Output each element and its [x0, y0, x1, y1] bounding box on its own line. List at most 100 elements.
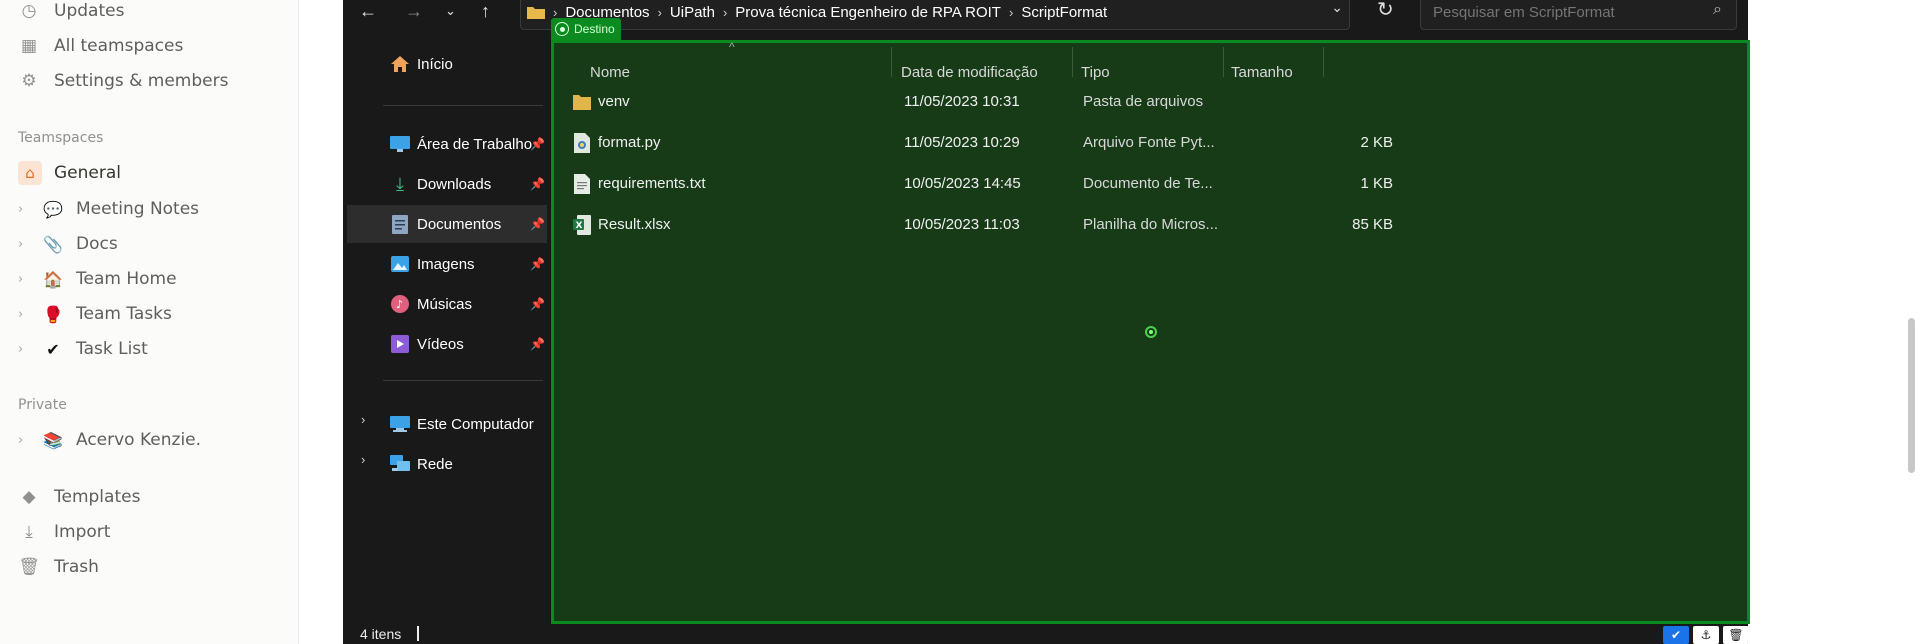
target-icon	[555, 22, 569, 36]
shapes-icon: ◆	[22, 487, 36, 507]
navigation-pane: Início Área de Trabalho 📌 ⤓ Downloads 📌 …	[343, 40, 548, 620]
up-arrow-icon[interactable]: ↑	[481, 0, 490, 22]
nav-item-desktop[interactable]: Área de Trabalho 📌	[347, 125, 547, 163]
pin-icon[interactable]: 📌	[530, 137, 545, 151]
nav-divider	[383, 380, 543, 381]
delete-icon[interactable]: 🗑	[1723, 626, 1749, 644]
downloads-icon: ⤓	[396, 173, 404, 194]
confirm-check-icon[interactable]: ✔	[1663, 626, 1689, 644]
documents-icon	[389, 214, 411, 234]
teamspace-general[interactable]: ⌂ General	[18, 158, 121, 188]
chevron-right-icon[interactable]: ›	[18, 272, 32, 287]
paperclip-icon: 📎	[43, 234, 63, 254]
teamspace-label: Task List	[76, 339, 148, 359]
teamspace-meeting-notes[interactable]: › 💬 Meeting Notes	[18, 194, 199, 224]
search-icon: ⌕	[1713, 1, 1722, 18]
nav-item-home[interactable]: Início	[347, 45, 547, 83]
chevron-right-icon[interactable]: ›	[18, 202, 32, 217]
sidebar-item-all-teamspaces[interactable]: ▦ All teamspaces	[18, 31, 183, 61]
svg-text:♪: ♪	[396, 298, 403, 311]
column-divider[interactable]	[1223, 47, 1224, 77]
sidebar-item-label: All teamspaces	[54, 36, 184, 56]
file-modified: 11/05/2023 10:31	[904, 93, 1020, 110]
python-file-icon	[574, 133, 590, 153]
address-dropdown-chevron-icon[interactable]: ⌄	[1331, 0, 1343, 16]
chevron-right-icon[interactable]: ›	[18, 307, 32, 322]
excel-file-icon: X	[573, 215, 591, 235]
anchor-icon[interactable]: ⚓	[1693, 626, 1719, 644]
recent-locations-chevron-icon[interactable]: ⌄	[445, 0, 456, 22]
pin-icon[interactable]: 📌	[530, 297, 545, 311]
private-heading: Private	[18, 397, 67, 413]
file-row[interactable]: requirements.txt 10/05/2023 14:45 Docume…	[573, 166, 1433, 202]
column-divider[interactable]	[1323, 47, 1324, 77]
nav-item-music[interactable]: ♪ Músicas 📌	[347, 285, 547, 323]
file-modified: 10/05/2023 14:45	[904, 175, 1021, 192]
file-name: format.py	[598, 134, 661, 151]
pin-icon[interactable]: 📌	[530, 217, 545, 231]
sidebar-item-templates[interactable]: ◆ Templates	[18, 482, 140, 512]
refresh-icon[interactable]: ↻	[1377, 0, 1394, 22]
pin-icon[interactable]: 📌	[530, 177, 545, 191]
checkmark-icon: ✔	[46, 339, 60, 359]
breadcrumb-item[interactable]: ScriptFormat	[1021, 4, 1107, 21]
search-input[interactable]	[1431, 2, 1701, 22]
nav-item-documents[interactable]: Documentos 📌	[347, 205, 547, 243]
nav-item-this-pc[interactable]: Este Computador	[347, 405, 547, 443]
column-header-type[interactable]: Tipo	[1081, 60, 1110, 84]
chevron-right-icon[interactable]: ›	[18, 342, 32, 357]
teamspace-label: Team Tasks	[76, 304, 172, 324]
images-icon	[389, 254, 411, 274]
file-row[interactable]: venv 11/05/2023 10:31 Pasta de arquivos	[573, 84, 1433, 120]
teamspace-docs[interactable]: › 📎 Docs	[18, 229, 118, 259]
nav-item-label: Rede	[417, 455, 453, 473]
teamspace-label: Team Home	[76, 269, 177, 289]
column-header-modified[interactable]: Data de modificação	[901, 60, 1038, 84]
sidebar-item-updates[interactable]: ◷ Updates	[18, 0, 125, 26]
pin-icon[interactable]: 📌	[530, 257, 545, 271]
teamspace-task-list[interactable]: › ✔ Task List	[18, 334, 148, 364]
file-type: Arquivo Fonte Pyt...	[1083, 134, 1215, 151]
address-bar[interactable]: › Documentos › UiPath › Prova técnica En…	[520, 0, 1350, 30]
back-arrow-icon[interactable]: ←	[359, 0, 377, 22]
teamspace-label: General	[54, 163, 121, 183]
download-icon: ⤓	[25, 522, 33, 542]
search-box[interactable]: ⌕	[1420, 0, 1737, 30]
house-icon: 🏠	[43, 269, 63, 289]
file-modified: 10/05/2023 11:03	[904, 216, 1020, 233]
speech-bubble-icon: 💬	[43, 199, 63, 219]
breadcrumb-item[interactable]: UiPath	[670, 4, 715, 21]
status-item-count: 4 itens	[360, 626, 402, 642]
sidebar-item-import[interactable]: ⤓ Import	[18, 517, 110, 547]
nav-item-videos[interactable]: Vídeos 📌	[347, 325, 547, 363]
sidebar-item-trash[interactable]: 🗑 Trash	[18, 552, 99, 582]
nav-item-label: Imagens	[417, 255, 475, 273]
file-row[interactable]: format.py 11/05/2023 10:29 Arquivo Fonte…	[573, 125, 1433, 161]
nav-item-downloads[interactable]: ⤓ Downloads 📌	[347, 165, 547, 203]
forward-arrow-icon[interactable]: →	[405, 0, 423, 22]
page-scrollbar[interactable]	[1908, 318, 1915, 473]
pin-icon[interactable]: 📌	[530, 337, 545, 351]
breadcrumb-separator-icon: ›	[1008, 4, 1014, 20]
column-divider[interactable]	[891, 47, 892, 77]
nav-item-label: Downloads	[417, 175, 492, 193]
sidebar-item-settings[interactable]: ⚙ Settings & members	[18, 66, 228, 96]
private-page-acervo[interactable]: › 📚 Acervo Kenzie.	[18, 425, 201, 455]
nav-item-images[interactable]: Imagens 📌	[347, 245, 547, 283]
target-anchor-dot	[1145, 326, 1157, 338]
teamspace-team-home[interactable]: › 🏠 Team Home	[18, 264, 177, 294]
column-header-size[interactable]: Tamanho	[1231, 60, 1293, 84]
file-size: 2 KB	[1360, 134, 1393, 151]
file-row[interactable]: X Result.xlsx 10/05/2023 11:03 Planilha …	[573, 207, 1433, 243]
nav-item-network[interactable]: Rede	[347, 445, 547, 483]
column-header-name[interactable]: Nome	[590, 60, 630, 84]
breadcrumb-item[interactable]: Prova técnica Engenheiro de RPA ROIT	[735, 4, 1001, 21]
teamspace-team-tasks[interactable]: › 🥊 Team Tasks	[18, 299, 172, 329]
home-icon: ⌂	[18, 161, 42, 185]
music-icon: ♪	[389, 294, 411, 314]
column-divider[interactable]	[1072, 47, 1073, 77]
chevron-right-icon[interactable]: ›	[18, 237, 32, 252]
chevron-right-icon[interactable]: ›	[18, 433, 32, 448]
file-modified: 11/05/2023 10:29	[904, 134, 1020, 151]
nav-item-label: Área de Trabalho	[417, 135, 533, 153]
